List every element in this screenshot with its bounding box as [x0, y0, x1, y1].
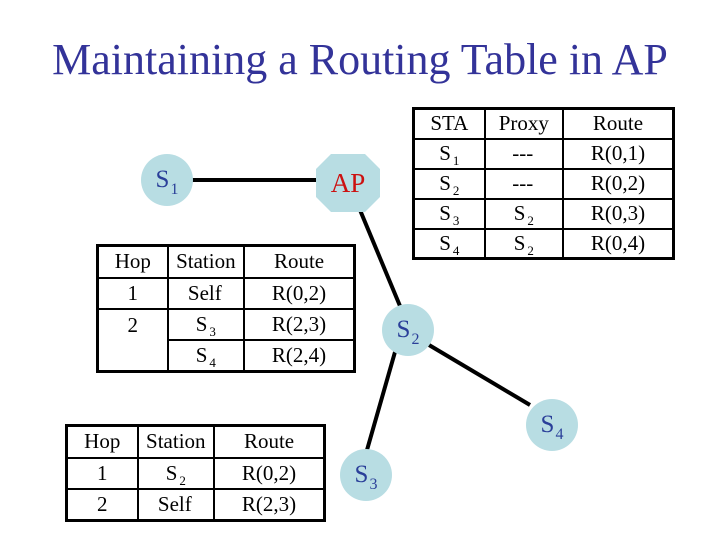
header-route: Route	[243, 244, 356, 279]
node-s2: S2	[396, 316, 420, 348]
node-ap: AP	[330, 168, 366, 198]
cell-route: R(0,2)	[243, 276, 356, 310]
cell-sta: S3	[412, 197, 486, 230]
cell-proxy: S2	[483, 227, 564, 260]
link-s2-s3	[365, 351, 397, 451]
table-header-row: STA Proxy Route	[412, 107, 675, 140]
table-row: S2 --- R(0,2)	[412, 167, 675, 200]
table-row: 2 Self R(2,3)	[65, 487, 326, 522]
cell-sta: S1	[412, 137, 486, 170]
cell-hop: 2	[96, 307, 169, 373]
cell-station: S3	[166, 307, 246, 341]
header-route: Route	[213, 424, 326, 459]
table-header-row: Hop Station Route	[65, 424, 326, 459]
cell-sta: S2	[412, 167, 486, 200]
table-row: S3 S2 R(0,3)	[412, 197, 675, 230]
cell-station: S2	[136, 456, 216, 490]
header-hop: Hop	[65, 424, 139, 459]
ap-routing-table: STA Proxy Route S1 --- R(0,1) S2 --- R(0…	[412, 107, 675, 260]
table-row: S1 --- R(0,1)	[412, 137, 675, 170]
cell-hop: 2	[65, 487, 139, 522]
cell-hop: 1	[65, 456, 139, 490]
node-s4: S4	[540, 411, 564, 443]
cell-route: R(0,1)	[561, 137, 675, 170]
link-ap-s2	[358, 209, 402, 307]
cell-proxy: S2	[483, 197, 564, 230]
cell-route: R(2,3)	[213, 487, 326, 522]
table-header-row: Hop Station Route	[96, 244, 356, 279]
cell-station: Self	[136, 487, 216, 522]
table-row: 1 Self R(0,2)	[96, 276, 356, 310]
header-hop: Hop	[96, 244, 169, 279]
table-row: S4 S2 R(0,4)	[412, 227, 675, 260]
cell-route: R(2,4)	[243, 338, 356, 373]
cell-sta: S4	[412, 227, 486, 260]
cell-route: R(0,3)	[561, 197, 675, 230]
header-route: Route	[561, 107, 675, 140]
cell-route: R(2,3)	[243, 307, 356, 341]
s2-routing-table: Hop Station Route 1 Self R(0,2) 2 S3 R(2…	[96, 244, 356, 373]
cell-route: R(0,2)	[213, 456, 326, 490]
s3-routing-table: Hop Station Route 1 S2 R(0,2) 2 Self R(2…	[65, 424, 326, 522]
header-station: Station	[166, 244, 246, 279]
cell-proxy: ---	[483, 167, 564, 200]
table-row: 1 S2 R(0,2)	[65, 456, 326, 490]
header-sta: STA	[412, 107, 486, 140]
cell-station: S4	[166, 338, 246, 373]
cell-station: Self	[166, 276, 246, 310]
cell-hop: 1	[96, 276, 169, 310]
cell-route: R(0,4)	[561, 227, 675, 260]
node-s3: S3	[354, 461, 378, 493]
table-row: 2 S3 R(2,3)	[96, 307, 356, 373]
cell-proxy: ---	[483, 137, 564, 170]
header-station: Station	[136, 424, 216, 459]
node-s1: S1	[155, 166, 179, 198]
cell-route: R(0,2)	[561, 167, 675, 200]
header-proxy: Proxy	[483, 107, 564, 140]
link-s2-s4	[427, 343, 532, 407]
